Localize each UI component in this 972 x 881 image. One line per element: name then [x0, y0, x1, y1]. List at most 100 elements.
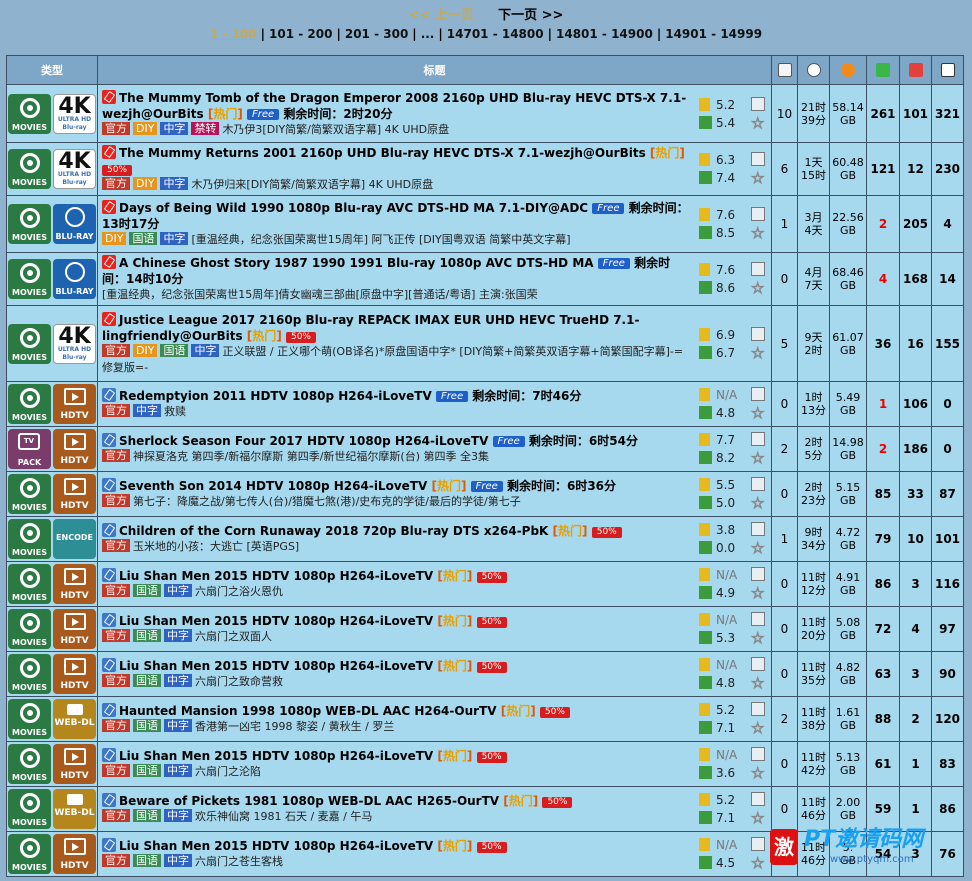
movies-category-icon[interactable]: MOVIES: [8, 744, 51, 784]
comments-count[interactable]: 5: [771, 305, 798, 382]
page-link[interactable]: 14901 - 14999: [665, 27, 762, 41]
bookmark-star-icon[interactable]: ☆: [751, 630, 767, 647]
completed-count[interactable]: 90: [931, 651, 964, 697]
seeders-count[interactable]: 121: [866, 142, 900, 196]
web-dl-icon[interactable]: WEB-DL: [53, 789, 96, 829]
completed-count[interactable]: 101: [931, 516, 964, 562]
completed-count[interactable]: 230: [931, 142, 964, 196]
movies-category-icon[interactable]: MOVIES: [8, 93, 51, 134]
download-icon[interactable]: [751, 477, 765, 491]
bookmark-star-icon[interactable]: ☆: [751, 720, 767, 737]
seeders-count[interactable]: 79: [866, 516, 900, 562]
torrent-title-link[interactable]: Liu Shan Men 2015 HDTV 1080p H264-iLoveT…: [119, 749, 433, 763]
movies-category-icon[interactable]: MOVIES: [8, 149, 51, 189]
col-size[interactable]: [829, 55, 867, 85]
movies-category-icon[interactable]: MOVIES: [8, 204, 51, 244]
download-icon[interactable]: [751, 702, 765, 716]
bookmark-star-icon[interactable]: ☆: [751, 585, 767, 602]
page-link[interactable]: 101 - 200: [269, 27, 332, 41]
comments-count[interactable]: 10: [771, 84, 798, 143]
torrent-title-link[interactable]: The Mummy Tomb of the Dragon Emperor 200…: [102, 91, 686, 121]
completed-count[interactable]: 86: [931, 786, 964, 832]
4k-uhd-bluray-icon[interactable]: 4K ULTRA HD Blu-ray: [53, 323, 96, 364]
bookmark-star-icon[interactable]: ☆: [751, 495, 767, 512]
leechers-count[interactable]: 1: [899, 786, 932, 832]
movies-category-icon[interactable]: MOVIES: [8, 609, 51, 649]
download-icon[interactable]: [751, 262, 765, 276]
comments-count[interactable]: 0: [771, 786, 798, 832]
movies-category-icon[interactable]: MOVIES: [8, 384, 51, 424]
comments-count[interactable]: 1: [771, 516, 798, 562]
completed-count[interactable]: 0: [931, 426, 964, 472]
torrent-title-link[interactable]: Liu Shan Men 2015 HDTV 1080p H264-iLoveT…: [119, 659, 433, 673]
bookmark-star-icon[interactable]: ☆: [751, 765, 767, 782]
movies-category-icon[interactable]: MOVIES: [8, 564, 51, 604]
seeders-count[interactable]: 4: [866, 252, 900, 306]
comments-count[interactable]: 0: [771, 252, 798, 306]
encode-icon[interactable]: ENCODE: [53, 519, 96, 559]
seeders-count[interactable]: 261: [866, 84, 900, 143]
download-icon[interactable]: [751, 747, 765, 761]
leechers-count[interactable]: 10: [899, 516, 932, 562]
hdtv-icon[interactable]: HDTV: [53, 654, 96, 694]
comments-count[interactable]: 0: [771, 381, 798, 427]
seeders-count[interactable]: 63: [866, 651, 900, 697]
movies-category-icon[interactable]: MOVIES: [8, 654, 51, 694]
col-seeders[interactable]: [866, 55, 900, 85]
movies-category-icon[interactable]: MOVIES: [8, 834, 51, 874]
download-icon[interactable]: [751, 837, 765, 851]
hdtv-icon[interactable]: HDTV: [53, 564, 96, 604]
movies-category-icon[interactable]: MOVIES: [8, 323, 51, 364]
4k-uhd-bluray-icon[interactable]: 4K ULTRA HD Blu-ray: [53, 93, 96, 134]
download-icon[interactable]: [751, 96, 765, 111]
seeders-count[interactable]: 2: [866, 195, 900, 253]
torrent-title-link[interactable]: A Chinese Ghost Story 1987 1990 1991 Blu…: [119, 256, 594, 270]
movies-category-icon[interactable]: MOVIES: [8, 474, 51, 514]
torrent-title-link[interactable]: The Mummy Returns 2001 2160p UHD Blu-ray…: [119, 146, 646, 160]
col-age[interactable]: [797, 55, 830, 85]
4k-uhd-bluray-icon[interactable]: 4K ULTRA HD Blu-ray: [53, 149, 96, 189]
comments-count[interactable]: 0: [771, 561, 798, 607]
completed-count[interactable]: 155: [931, 305, 964, 382]
torrent-title-link[interactable]: Liu Shan Men 2015 HDTV 1080p H264-iLoveT…: [119, 614, 433, 628]
seeders-count[interactable]: 59: [866, 786, 900, 832]
comments-count[interactable]: 1: [771, 195, 798, 253]
bookmark-star-icon[interactable]: ☆: [751, 405, 767, 422]
col-type[interactable]: 类型: [6, 55, 98, 85]
hdtv-icon[interactable]: HDTV: [53, 384, 96, 424]
current-page[interactable]: 1 - 100: [210, 27, 257, 41]
comments-count[interactable]: 2: [771, 426, 798, 472]
seeders-count[interactable]: 86: [866, 561, 900, 607]
bluray-icon[interactable]: BLU-RAY: [53, 259, 96, 299]
next-page-link[interactable]: 下一页 >>: [498, 8, 563, 23]
leechers-count[interactable]: 2: [899, 696, 932, 742]
comments-count[interactable]: 6: [771, 142, 798, 196]
download-icon[interactable]: [751, 792, 765, 806]
movies-category-icon[interactable]: MOVIES: [8, 789, 51, 829]
bluray-icon[interactable]: BLU-RAY: [53, 204, 96, 244]
bookmark-star-icon[interactable]: ☆: [751, 170, 767, 187]
page-link[interactable]: 14801 - 14900: [556, 27, 653, 41]
completed-count[interactable]: 0: [931, 381, 964, 427]
leechers-count[interactable]: 1: [899, 741, 932, 787]
torrent-title-link[interactable]: Children of the Corn Runaway 2018 720p B…: [119, 524, 548, 538]
torrent-title-link[interactable]: Redemptyion 2011 HDTV 1080p H264-iLoveTV: [119, 389, 432, 403]
leechers-count[interactable]: 4: [899, 606, 932, 652]
bookmark-star-icon[interactable]: ☆: [751, 675, 767, 692]
movies-category-icon[interactable]: MOVIES: [8, 699, 51, 739]
leechers-count[interactable]: 101: [899, 84, 932, 143]
completed-count[interactable]: 97: [931, 606, 964, 652]
bookmark-star-icon[interactable]: ☆: [751, 344, 767, 361]
comments-count[interactable]: 0: [771, 651, 798, 697]
page-link[interactable]: 201 - 300: [345, 27, 408, 41]
torrent-title-link[interactable]: Days of Being Wild 1990 1080p Blu-ray AV…: [119, 201, 588, 215]
download-icon[interactable]: [751, 432, 765, 446]
hdtv-icon[interactable]: HDTV: [53, 429, 96, 469]
comments-count[interactable]: 0: [771, 471, 798, 517]
col-leechers[interactable]: [899, 55, 932, 85]
torrent-title-link[interactable]: Seventh Son 2014 HDTV 1080p H264-iLoveTV: [119, 479, 427, 493]
download-icon[interactable]: [751, 207, 765, 221]
download-icon[interactable]: [751, 387, 765, 401]
completed-count[interactable]: 321: [931, 84, 964, 143]
torrent-title-link[interactable]: Liu Shan Men 2015 HDTV 1080p H264-iLoveT…: [119, 839, 433, 853]
